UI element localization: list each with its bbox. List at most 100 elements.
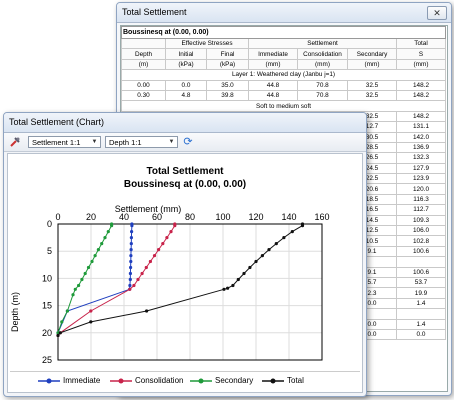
table-cell: 102.8 <box>396 235 446 247</box>
unit-cell: (mm) <box>248 58 298 71</box>
table-cell: 123.9 <box>396 173 446 185</box>
column-header: Secondary <box>347 48 397 60</box>
table-cell: 148.2 <box>396 89 446 102</box>
table-caption: Boussinesq at (0.00, 0.00) <box>121 26 446 39</box>
table-cell: 106.0 <box>396 225 446 237</box>
table-cell: 0.30 <box>121 89 166 102</box>
data-point-consolidation <box>140 271 144 276</box>
data-point-consolidation <box>157 248 161 252</box>
legend-label: Immediate <box>63 376 101 385</box>
table-cell: 53.7 <box>396 276 446 289</box>
legend-label: Consolidation <box>135 376 184 385</box>
unit-cell: (m) <box>121 58 166 71</box>
table-cell: 120.0 <box>396 183 446 195</box>
column-header: Initial <box>165 48 207 60</box>
x-tick-label: 40 <box>119 212 129 222</box>
table-cell: 148.2 <box>396 79 446 91</box>
y-tick-label: 25 <box>42 355 52 365</box>
data-point-secondary <box>60 320 64 324</box>
depth-scale-combo[interactable]: Depth 1:1 ▼ <box>105 136 178 148</box>
settlement-scale-combo[interactable]: Settlement 1:1 ▼ <box>28 136 101 148</box>
legend-swatch <box>110 378 132 384</box>
header-blank <box>121 37 166 50</box>
chart-window-title: Total Settlement (Chart) <box>9 117 105 127</box>
table-window-close-button[interactable]: ✕ <box>427 6 447 20</box>
tools-icon[interactable] <box>9 136 21 148</box>
data-point-total <box>231 283 235 288</box>
table-window-titlebar[interactable]: Total Settlement ✕ <box>117 3 451 23</box>
unit-cell: (kPa) <box>206 58 249 71</box>
table-cell <box>396 308 446 320</box>
x-tick-label: 0 <box>55 212 60 222</box>
column-header-row: Depth Initial Final Immediate Consolidation S… <box>121 48 446 60</box>
data-point-consolidation <box>173 224 177 228</box>
data-point-secondary <box>80 277 84 282</box>
table-row: 0.304.839.844.870.832.5148.2 <box>121 89 446 102</box>
column-header: S <box>396 48 446 60</box>
table-cell: 100.6 <box>396 266 446 279</box>
header-settlement: Settlement <box>248 37 397 50</box>
data-point-total <box>274 242 278 246</box>
table-cell: 148.2 <box>396 110 446 123</box>
table-cell <box>396 256 446 268</box>
legend-item-total: Total <box>262 375 304 386</box>
legend-label: Secondary <box>215 376 254 385</box>
refresh-icon[interactable]: ⟳ <box>182 136 194 148</box>
data-point-secondary <box>65 309 69 313</box>
data-point-total <box>282 236 286 240</box>
data-point-secondary <box>77 283 81 288</box>
data-point-consolidation <box>144 265 148 270</box>
data-point-total <box>89 320 93 324</box>
table-cell: 4.8 <box>165 89 207 102</box>
data-point-immediate <box>130 230 134 234</box>
chart-window-titlebar[interactable]: Total Settlement (Chart) <box>4 113 366 133</box>
data-point-immediate <box>129 248 133 252</box>
data-point-total <box>226 286 230 290</box>
data-point-total <box>56 333 60 338</box>
chart-legend: Immediate Consolidation Secondary Total <box>10 371 360 390</box>
data-point-total <box>222 287 226 291</box>
table-cell: 142.0 <box>396 131 446 143</box>
data-point-total <box>248 265 252 270</box>
data-point-secondary <box>71 293 75 297</box>
y-tick-label: 10 <box>42 273 52 283</box>
unit-cell: (mm) <box>347 58 397 71</box>
data-point-immediate <box>129 254 133 258</box>
column-header: Depth <box>121 48 166 60</box>
y-axis-label: Depth (m) <box>10 292 20 332</box>
chart-window: Total Settlement (Chart) Settlement 1:1 … <box>3 112 367 397</box>
table-cell: 132.3 <box>396 152 446 164</box>
table-cell: 44.8 <box>248 79 298 91</box>
data-point-consolidation <box>148 259 152 264</box>
x-tick-label: 120 <box>248 212 263 222</box>
data-point-immediate <box>130 224 134 228</box>
table-cell: 70.8 <box>297 89 348 102</box>
settlement-chart: Total Settlement Boussinesq at (0.00, 0.… <box>10 166 330 365</box>
table-cell: 1.4 <box>396 297 446 310</box>
table-cell: 100.6 <box>396 245 446 258</box>
series-line-total <box>57 224 303 336</box>
data-point-secondary <box>73 287 77 291</box>
chart-title: Total Settlement <box>146 166 224 177</box>
table-cell: 0.00 <box>121 79 166 91</box>
y-tick-label: 15 <box>42 301 52 311</box>
chart-toolbar: Settlement 1:1 ▼ Depth 1:1 ▼ ⟳ <box>4 133 366 152</box>
data-point-immediate <box>129 265 133 270</box>
chevron-down-icon: ▼ <box>168 139 175 145</box>
data-point-total <box>290 230 294 234</box>
column-header: Consolidation <box>297 48 348 60</box>
column-header: Final <box>206 48 249 60</box>
x-tick-label: 80 <box>185 212 195 222</box>
data-point-consolidation <box>89 309 93 313</box>
data-point-total <box>58 331 62 335</box>
data-point-consolidation <box>128 287 132 291</box>
table-cell: 1.4 <box>396 318 446 330</box>
unit-cell: (mm) <box>396 58 446 71</box>
header-total: Total <box>396 37 446 50</box>
data-point-secondary <box>100 242 104 246</box>
settlement-scale-value: Settlement 1:1 <box>32 138 81 147</box>
table-cell: 32.5 <box>347 89 397 102</box>
table-cell: 116.3 <box>396 193 446 206</box>
table-cell: 32.5 <box>347 79 397 91</box>
column-header: Immediate <box>248 48 298 60</box>
